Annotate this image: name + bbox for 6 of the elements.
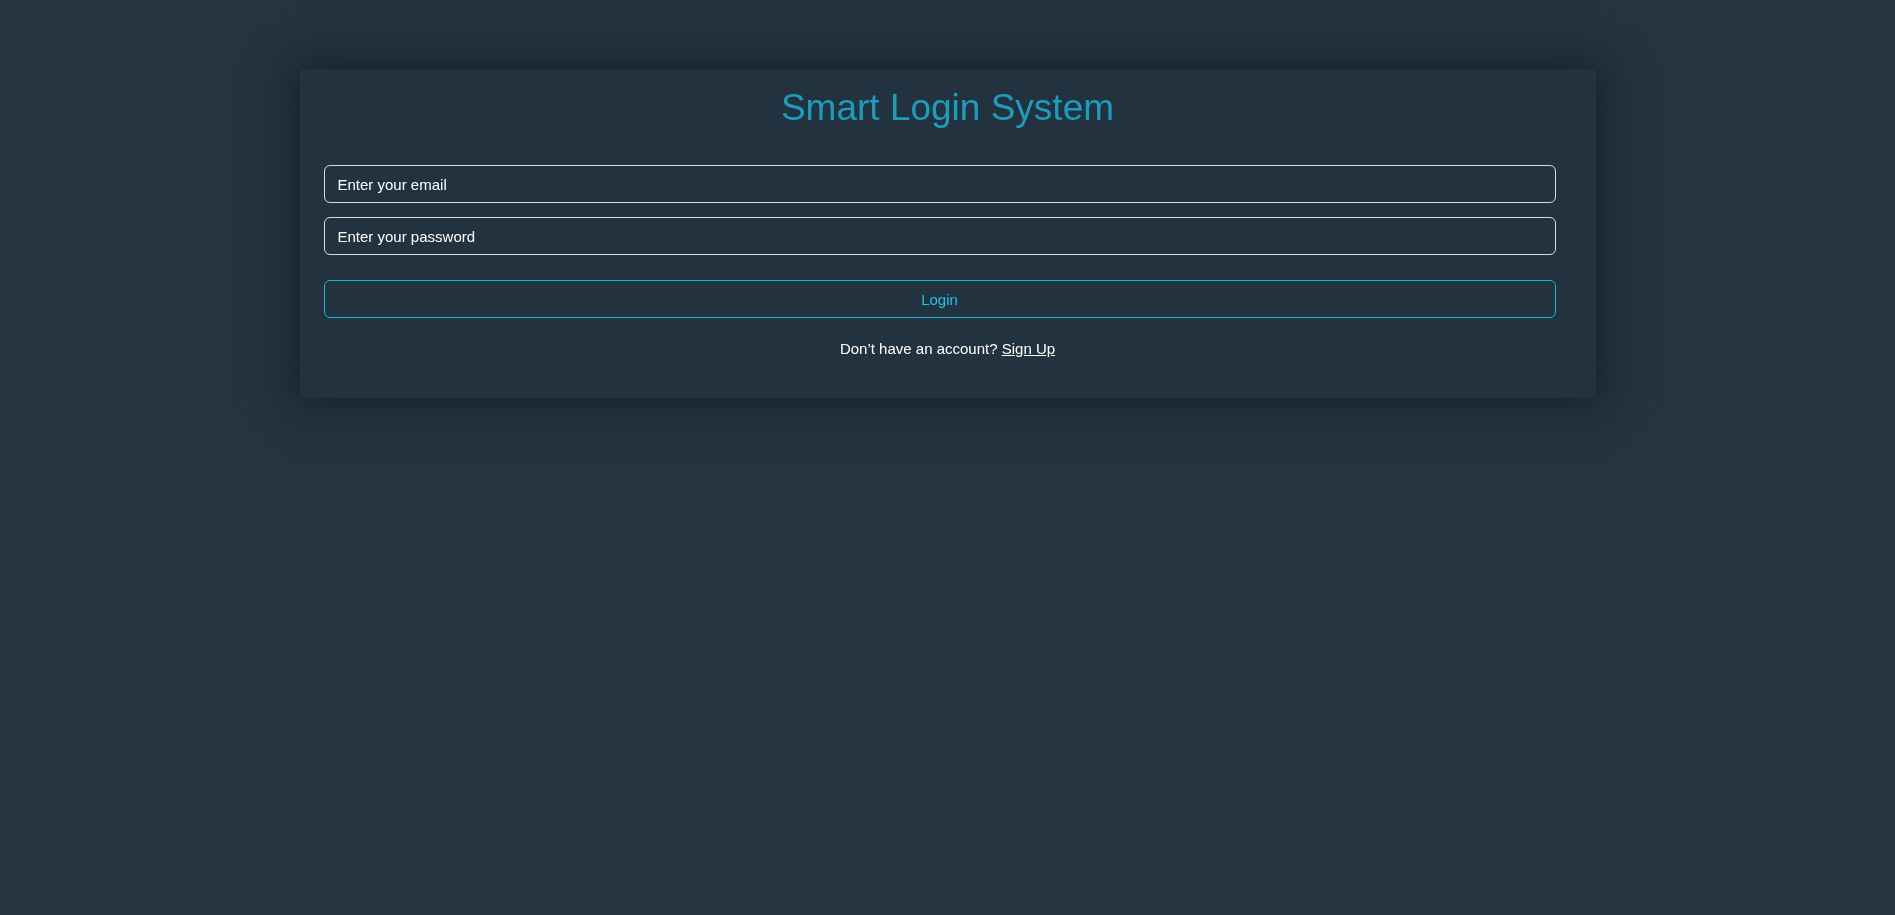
input-field[interactable]: Enter your email [323, 165, 1556, 203]
input-field[interactable]: Enter your password [323, 217, 1556, 255]
signup-prompt: Don’t have an account? Sign Up [838, 339, 1057, 359]
page-title: Smart Login System [779, 86, 1116, 130]
login-button[interactable]: Login [323, 280, 1556, 318]
sign-up-link[interactable]: Sign Up [1001, 340, 1056, 357]
